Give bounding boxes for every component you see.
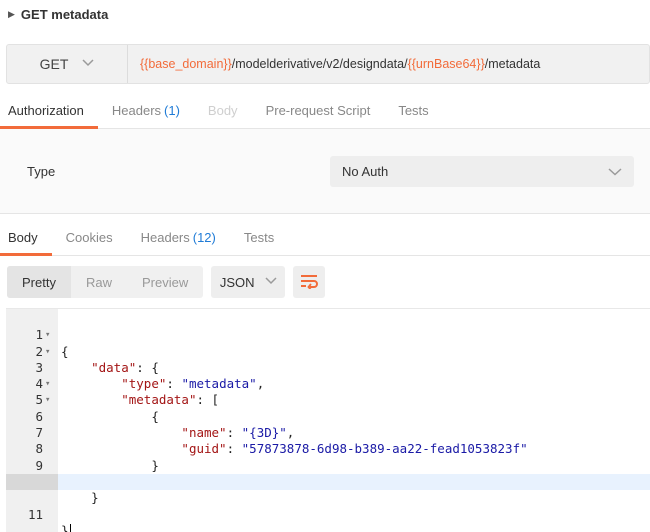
code-line: 7 "guid": "57873878-6d98-b389-aa22-fead1…: [6, 409, 650, 456]
code-text: }: [61, 522, 69, 532]
tab-response-headers[interactable]: Headers (12): [127, 220, 230, 255]
wrap-lines-button[interactable]: [293, 266, 326, 298]
tab-response-body-label: Body: [8, 230, 38, 245]
tab-response-headers-label: Headers: [140, 230, 190, 245]
current-line-gutter: [6, 473, 58, 491]
request-tabs: Authorization Headers (1) Body Pre-reques…: [0, 93, 650, 129]
chevron-down-icon: [265, 276, 277, 288]
url-input[interactable]: {{base_domain}}/modelderivative/v2/desig…: [128, 45, 649, 83]
headers-count: (1): [164, 103, 180, 118]
tab-tests-label: Tests: [398, 103, 429, 118]
auth-type-select[interactable]: No Auth: [330, 156, 634, 187]
response-headers-count: (12): [192, 230, 216, 245]
code-line: 9 ]: [6, 441, 650, 489]
auth-type-label: Type: [27, 164, 56, 179]
format-select[interactable]: JSON: [211, 266, 286, 298]
response-body-editor[interactable]: 1 ▾ { 2 ▾ "data": { 3 "type": "metadata", …: [6, 308, 650, 532]
chevron-down-icon: [82, 58, 94, 70]
collapse-triangle-icon[interactable]: ▶: [8, 9, 15, 20]
url-path: /modelderivative/v2/designdata/: [231, 57, 408, 71]
tab-response-tests[interactable]: Tests: [230, 220, 288, 255]
chevron-down-icon: [608, 165, 622, 179]
request-title: GET metadata: [20, 6, 109, 22]
code-line: 5 ▾ {: [6, 376, 650, 423]
tab-headers[interactable]: Headers (1): [98, 93, 194, 128]
response-tabs: Body Cookies Headers (12) Tests: [0, 220, 650, 256]
tab-body[interactable]: Body: [194, 93, 252, 128]
authorization-panel: Type No Auth: [0, 129, 650, 214]
pretty-button[interactable]: Pretty: [7, 266, 71, 298]
tab-response-body[interactable]: Body: [0, 220, 52, 256]
tab-cookies-label: Cookies: [65, 230, 113, 245]
code-line: 2 ▾ "data": {: [6, 327, 650, 375]
code-lines: 1 ▾ { 2 ▾ "data": { 3 "type": "metadata", …: [6, 311, 650, 532]
request-header[interactable]: ▶ GET metadata: [0, 0, 650, 28]
method-label: GET: [39, 56, 69, 72]
method-select[interactable]: GET: [7, 45, 128, 83]
tab-body-label: Body: [207, 103, 238, 118]
tab-authorization-label: Authorization: [8, 103, 84, 118]
auth-type-value: No Auth: [342, 164, 389, 179]
code-line: 6 "name": "{3D}",: [6, 392, 650, 440]
code-line-current: 11 }: [6, 473, 650, 532]
tab-response-tests-label: Tests: [243, 230, 275, 245]
url-variable-base-domain: {{base_domain}}: [140, 57, 232, 71]
preview-button[interactable]: Preview: [127, 266, 203, 298]
url-variable-urn: {{urnBase64}}: [407, 57, 485, 71]
code-line: 4 ▾ "metadata": [: [6, 360, 650, 407]
response-toolbar: Pretty Raw Preview JSON: [7, 266, 326, 298]
url-path-end: /metadata: [484, 57, 541, 71]
line-number: 11: [27, 506, 43, 522]
code-line: 1 ▾ {: [6, 311, 650, 358]
format-label: JSON: [219, 274, 255, 290]
tab-prerequest-label: Pre-request Script: [265, 103, 371, 118]
code-line: 3 "type": "metadata",: [6, 344, 650, 391]
tab-headers-label: Headers: [111, 103, 162, 118]
code-line: 10 }: [6, 458, 650, 505]
tab-prerequest-script[interactable]: Pre-request Script: [252, 93, 385, 128]
tab-authorization[interactable]: Authorization: [0, 93, 98, 129]
url-bar: GET {{base_domain}}/modelderivative/v2/d…: [6, 44, 650, 84]
code-line: 8 }: [6, 425, 650, 472]
wrap-lines-icon: [299, 273, 319, 292]
view-mode-toggle: Pretty Raw Preview: [7, 266, 204, 298]
text-cursor: [69, 524, 71, 532]
raw-button[interactable]: Raw: [71, 266, 127, 298]
tab-tests[interactable]: Tests: [384, 93, 442, 128]
code-text: }: [91, 490, 99, 506]
tab-cookies[interactable]: Cookies: [52, 220, 127, 255]
